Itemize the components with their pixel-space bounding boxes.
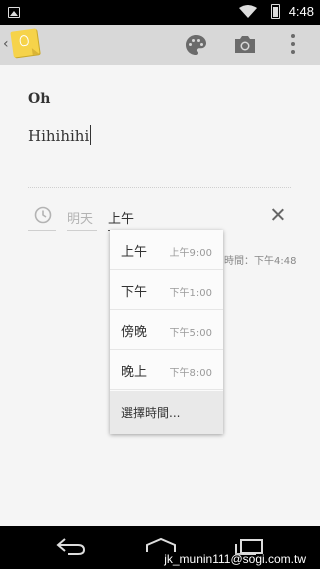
back-icon[interactable]: [56, 537, 86, 555]
note-editor: Oh Hihihihi 明天 上午 時間：下午4:48 上午 上午9:00 下午…: [0, 65, 320, 526]
keep-logo[interactable]: [10, 28, 40, 58]
option-label: 晚上: [121, 365, 148, 380]
battery-icon: [271, 4, 280, 19]
watermark-text: jk_munin111@sogi.com.tw: [164, 552, 306, 566]
reminder-time-field[interactable]: 上午: [108, 208, 134, 227]
reminder-row: 明天 上午: [0, 205, 320, 233]
option-time: 下午1:00: [169, 288, 212, 299]
camera-icon[interactable]: [233, 34, 257, 54]
up-navigation-icon[interactable]: ‹: [3, 36, 9, 52]
divider: [28, 187, 291, 188]
note-body-field[interactable]: Hihihihi: [28, 125, 92, 145]
navigation-bar: jk_munin111@sogi.com.tw: [0, 526, 320, 569]
option-label: 選擇時間...: [121, 406, 181, 420]
option-time: 上午9:00: [169, 248, 212, 259]
date-underline: [67, 230, 97, 231]
palette-icon[interactable]: [184, 33, 208, 57]
option-time: 下午8:00: [169, 368, 212, 379]
dropdown-option-night[interactable]: 晚上 下午8:00: [110, 350, 223, 390]
overflow-menu-icon[interactable]: [290, 34, 296, 58]
dropdown-option-evening[interactable]: 傍晚 下午5:00: [110, 310, 223, 350]
status-time: 4:48: [288, 4, 314, 19]
option-label: 傍晚: [121, 325, 148, 340]
time-dropdown: 上午 上午9:00 下午 下午1:00 傍晚 下午5:00 晚上 下午8:00 …: [110, 230, 223, 434]
picture-notification-icon: [8, 7, 20, 18]
close-icon[interactable]: [270, 207, 286, 223]
status-bar: 4:48: [0, 0, 320, 25]
text-cursor: [90, 125, 92, 145]
option-label: 上午: [121, 245, 148, 260]
wifi-icon: [239, 5, 257, 18]
note-body-text: Hihihihi: [28, 127, 90, 145]
dropdown-option-morning[interactable]: 上午 上午9:00: [110, 230, 223, 270]
clock-underline: [28, 230, 56, 231]
option-label: 下午: [121, 285, 148, 300]
dropdown-option-custom-time[interactable]: 選擇時間...: [110, 391, 223, 434]
option-time: 下午5:00: [169, 328, 212, 339]
note-title[interactable]: Oh: [28, 91, 50, 107]
reminder-hint: 時間：下午4:48: [224, 256, 297, 267]
action-bar: ‹: [0, 25, 320, 65]
reminder-date-field[interactable]: 明天: [67, 208, 93, 227]
home-icon[interactable]: [145, 537, 177, 553]
clock-icon[interactable]: [34, 206, 52, 224]
dropdown-option-afternoon[interactable]: 下午 下午1:00: [110, 270, 223, 310]
